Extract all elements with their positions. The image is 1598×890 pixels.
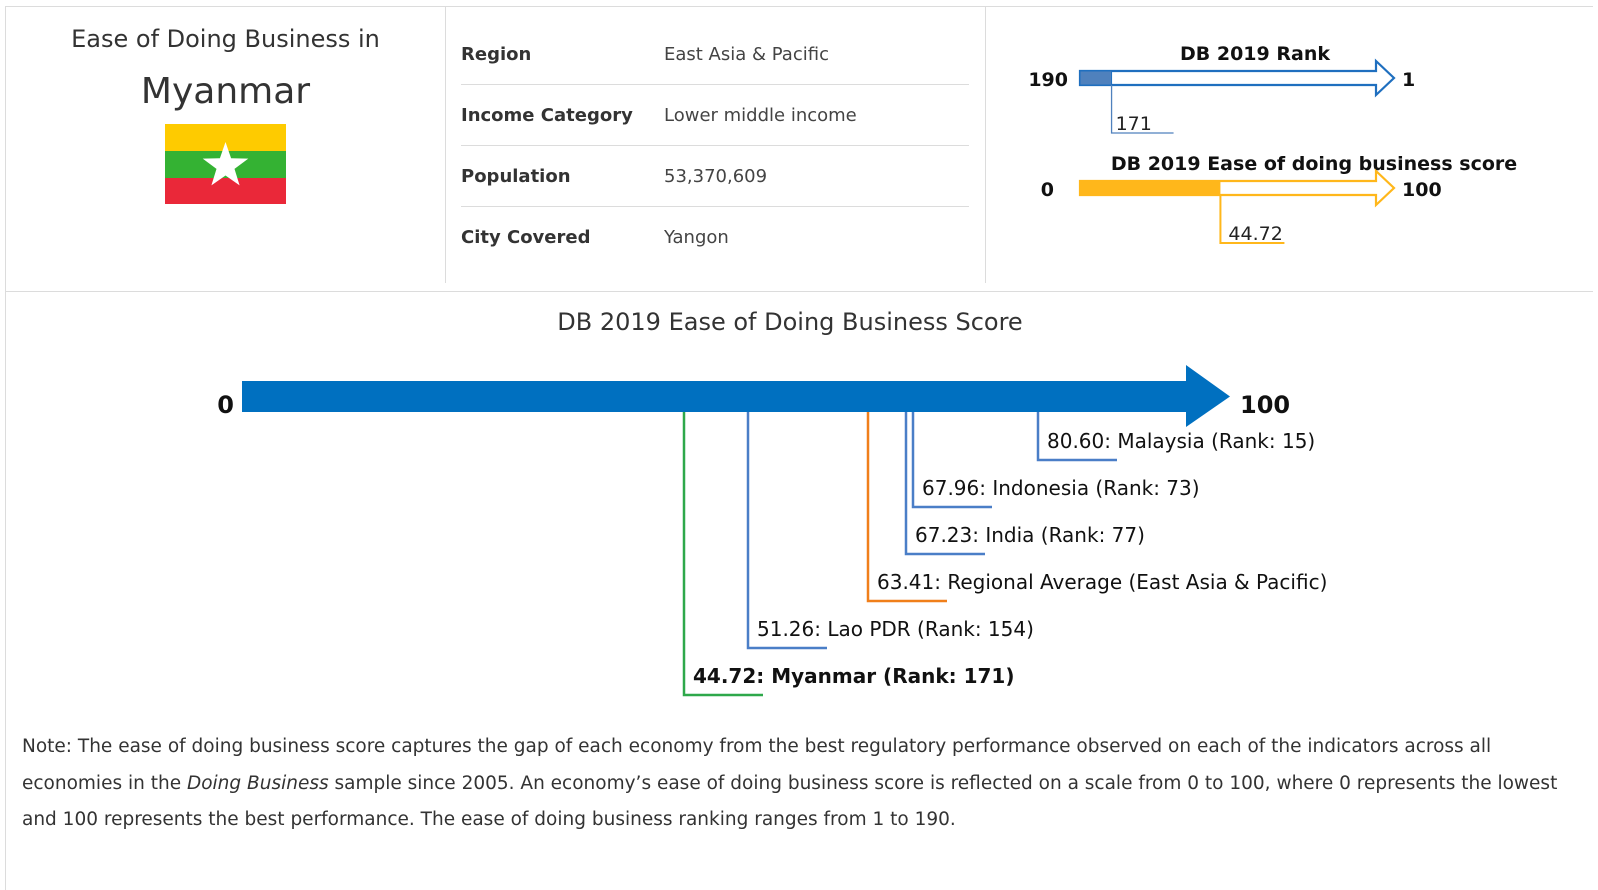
- score-marker-label: 80.60: Malaysia (Rank: 15): [1047, 429, 1315, 453]
- rank-axis-min-label: 190: [1028, 69, 1068, 91]
- rank-value-label: 171: [1116, 113, 1152, 135]
- score-chart-title: DB 2019 Ease of doing business score: [1111, 153, 1517, 175]
- info-row-region: Region East Asia & Pacific: [461, 24, 969, 85]
- info-label: Income Category: [461, 105, 633, 126]
- score-value-label: 44.72: [1228, 223, 1282, 245]
- country-panel: Ease of Doing Business in Myanmar: [6, 7, 445, 291]
- rank-axis-max-label: 1: [1402, 69, 1415, 91]
- score-marker-label: 67.23: India (Rank: 77): [915, 523, 1145, 547]
- info-value: Lower middle income: [664, 105, 857, 126]
- rank-chart-title: DB 2019 Rank: [1180, 43, 1330, 65]
- score-marker-label: 51.26: Lao PDR (Rank: 154): [757, 617, 1034, 641]
- score-marker-label: 67.96: Indonesia (Rank: 73): [922, 476, 1200, 500]
- info-row-population: Population 53,370,609: [461, 146, 969, 207]
- rank-arrow-outline: [1078, 58, 1396, 98]
- main-axis-max-label: 100: [1240, 391, 1290, 419]
- country-heading: Ease of Doing Business in: [71, 25, 380, 53]
- info-label: City Covered: [461, 227, 591, 248]
- info-value: East Asia & Pacific: [664, 44, 829, 65]
- info-row-income-category: Income Category Lower middle income: [461, 85, 969, 146]
- rank-score-panel: DB 2019 Rank 190 1 171 DB 2019 Ease of d…: [1028, 43, 1517, 245]
- flag-band-bottom: [165, 178, 286, 204]
- score-value-bar: [1080, 181, 1221, 195]
- main-chart-title: DB 2019 Ease of Doing Business Score: [557, 308, 1022, 336]
- score-axis-max-label: 100: [1402, 179, 1442, 201]
- country-name: Myanmar: [140, 71, 311, 112]
- rank-value-bar: [1079, 70, 1113, 86]
- myanmar-flag-icon: [165, 124, 286, 204]
- note-italic: Doing Business: [186, 772, 329, 794]
- info-label: Region: [461, 44, 532, 65]
- score-marker-label: 63.41: Regional Average (East Asia & Pac…: [877, 570, 1327, 594]
- info-panel: Region East Asia & Pacific Income Catego…: [446, 7, 985, 291]
- score-markers: 80.60: Malaysia (Rank: 15) 67.96: Indones…: [682, 412, 1327, 697]
- ease-of-doing-business-chart: DB 2019 Ease of Doing Business Score 0 1…: [217, 308, 1327, 697]
- info-row-city-covered: City Covered Yangon: [461, 207, 969, 268]
- main-axis-min-label: 0: [217, 391, 234, 419]
- score-marker-label-highlight: 44.72: Myanmar (Rank: 171): [693, 664, 1014, 688]
- info-label: Population: [461, 166, 571, 187]
- info-value: 53,370,609: [664, 166, 768, 187]
- methodology-note: Note: The ease of doing business score c…: [22, 729, 1567, 839]
- main-score-arrow: [242, 365, 1230, 427]
- info-value: Yangon: [664, 227, 729, 248]
- score-marker-line: [682, 412, 763, 697]
- score-marker-line: [746, 412, 827, 650]
- score-axis-min-label: 0: [1041, 179, 1054, 201]
